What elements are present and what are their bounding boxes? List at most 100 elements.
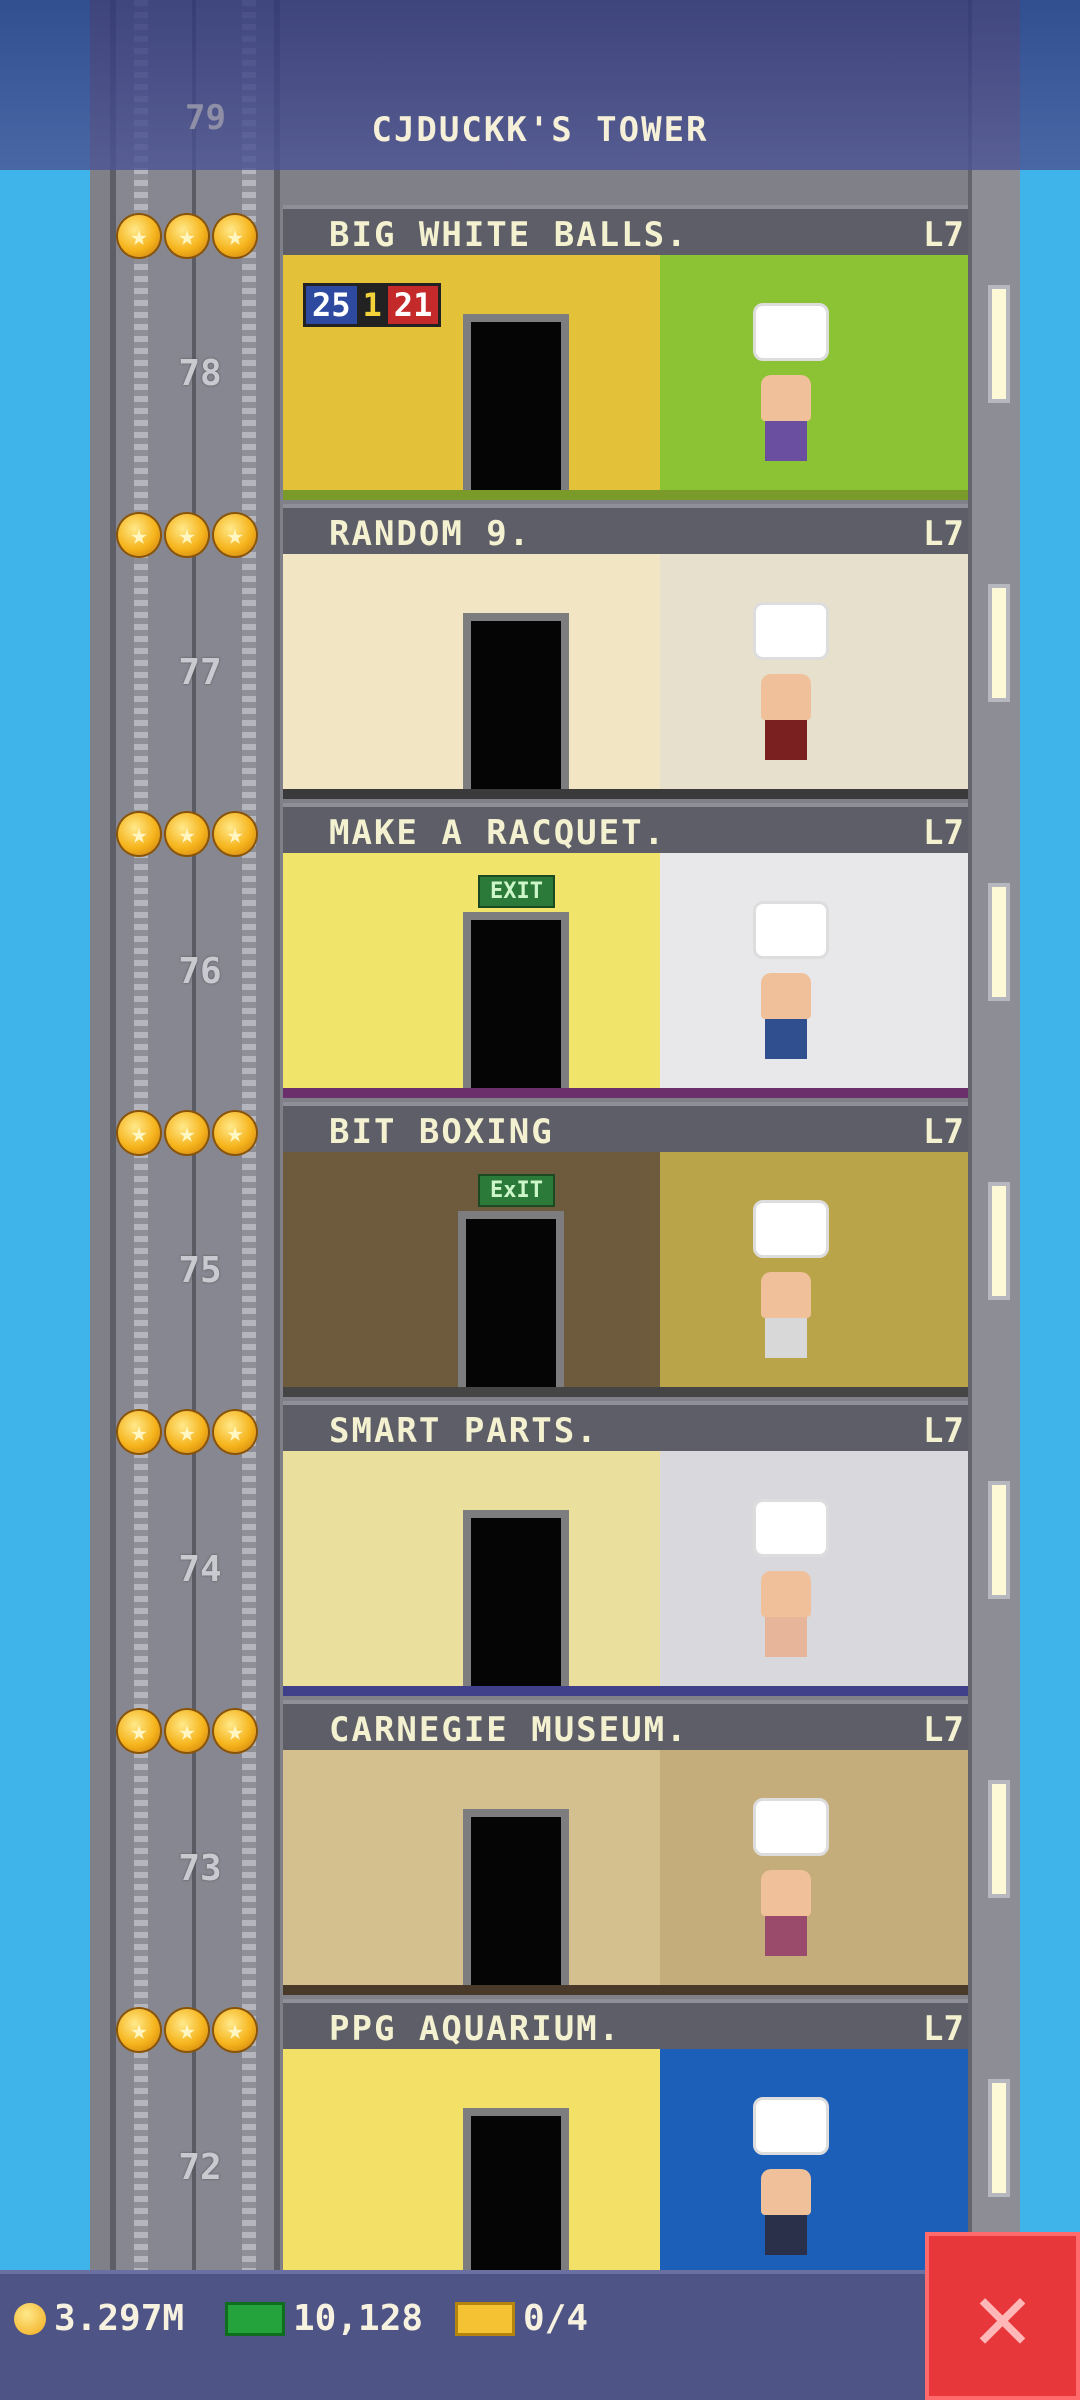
floor-room[interactable]: EXIT xyxy=(283,853,968,1098)
resource-bar: 3.297M 10,128 0/4 xyxy=(0,2270,925,2400)
elevator-door xyxy=(463,613,569,791)
bitizen-body xyxy=(765,1019,807,1059)
bitizen-avatar[interactable] xyxy=(761,2169,811,2255)
bitizen-head xyxy=(761,674,811,720)
floor-level: L7 xyxy=(923,1411,964,1451)
bitizen-body xyxy=(765,1318,807,1358)
stairwell-light xyxy=(988,1481,1010,1599)
floor-baseboard xyxy=(283,1686,968,1696)
speech-bubble[interactable] xyxy=(753,303,829,361)
floor-number: 76 xyxy=(178,951,222,992)
star-icon: ★ xyxy=(214,1710,256,1752)
floor-level: L7 xyxy=(923,1112,964,1152)
floor-number: 78 xyxy=(178,353,222,394)
floor-stars: ★ ★ ★ xyxy=(118,813,256,855)
elevator-door xyxy=(463,2108,569,2286)
star-icon: ★ xyxy=(214,2009,256,2051)
star-icon: ★ xyxy=(166,514,208,556)
bitizen-body xyxy=(765,2215,807,2255)
floor-stars: ★ ★ ★ xyxy=(118,1411,256,1453)
bitizen-head xyxy=(761,375,811,421)
floor-room[interactable] xyxy=(283,2049,968,2294)
exit-sign: EXIT xyxy=(478,875,555,908)
floor-baseboard xyxy=(283,1088,968,1098)
bitizen-avatar[interactable] xyxy=(761,674,811,760)
stairwell-light xyxy=(988,883,1010,1001)
floor-room[interactable]: 25 1 21 xyxy=(283,255,968,500)
floor-stars: ★ ★ ★ xyxy=(118,1112,256,1154)
star-icon: ★ xyxy=(166,813,208,855)
floor-row[interactable]: ★ ★ ★ BIT BOXING L7 75 ExIT xyxy=(0,1102,1080,1401)
floor-label[interactable]: BIG WHITE BALLS. L7 xyxy=(283,205,968,255)
floor-label[interactable]: CARNEGIE MUSEUM. L7 xyxy=(283,1700,968,1750)
star-icon: ★ xyxy=(214,813,256,855)
floor-name: MAKE A RACQUET. xyxy=(329,813,667,853)
close-icon: ✕ xyxy=(973,2260,1032,2372)
floor-label[interactable]: RANDOM 9. L7 xyxy=(283,504,968,554)
bitizen-avatar[interactable] xyxy=(761,1870,811,1956)
elevator-door xyxy=(463,1510,569,1688)
bitizen-avatar[interactable] xyxy=(761,1571,811,1657)
floor-stars: ★ ★ ★ xyxy=(118,2009,256,2051)
floor-room[interactable] xyxy=(283,1750,968,1995)
ticket-icon xyxy=(455,2301,515,2336)
floor-level: L7 xyxy=(923,215,964,255)
close-button[interactable]: ✕ xyxy=(925,2232,1080,2400)
floor-label[interactable]: BIT BOXING L7 xyxy=(283,1102,968,1152)
speech-bubble[interactable] xyxy=(753,1200,829,1258)
bitizen-head xyxy=(761,2169,811,2215)
floor-label[interactable]: MAKE A RACQUET. L7 xyxy=(283,803,968,853)
speech-bubble[interactable] xyxy=(753,1798,829,1856)
bux-stat: 10,128 xyxy=(225,2298,423,2339)
floor-label[interactable]: PPG AQUARIUM. L7 xyxy=(283,1999,968,2049)
speech-bubble[interactable] xyxy=(753,602,829,660)
bitizen-head xyxy=(761,973,811,1019)
floor-row[interactable]: ★ ★ ★ RANDOM 9. L7 77 xyxy=(0,504,1080,803)
floor-name: RANDOM 9. xyxy=(329,514,532,554)
bitizen-head xyxy=(761,1272,811,1318)
bitizen-avatar[interactable] xyxy=(761,1272,811,1358)
floor-room[interactable] xyxy=(283,554,968,799)
floor-row[interactable]: ★ ★ ★ MAKE A RACQUET. L7 76 EXIT xyxy=(0,803,1080,1102)
floor-name: BIT BOXING xyxy=(329,1112,554,1152)
floor-number: 74 xyxy=(178,1549,222,1590)
bitizen-body xyxy=(765,720,807,760)
floor-name: BIG WHITE BALLS. xyxy=(329,215,689,255)
floor-room[interactable]: ExIT xyxy=(283,1152,968,1397)
scoreboard-value: 21 xyxy=(387,286,439,324)
star-icon: ★ xyxy=(214,215,256,257)
star-icon: ★ xyxy=(214,1112,256,1154)
coins-stat: 3.297M xyxy=(14,2298,184,2339)
stairwell-light xyxy=(988,584,1010,702)
bitizen-head xyxy=(761,1571,811,1617)
speech-bubble[interactable] xyxy=(753,2097,829,2155)
speech-bubble[interactable] xyxy=(753,1499,829,1557)
floor-row[interactable]: ★ ★ ★ CARNEGIE MUSEUM. L7 73 xyxy=(0,1700,1080,1999)
floor-baseboard xyxy=(283,490,968,500)
tickets-stat: 0/4 xyxy=(455,2298,588,2339)
tower-header: 79 CJDUCKK'S TOWER xyxy=(0,0,1080,170)
bitizen-head xyxy=(761,1870,811,1916)
star-icon: ★ xyxy=(118,1710,160,1752)
floor-row[interactable]: ★ ★ ★ PPG AQUARIUM. L7 72 xyxy=(0,1999,1080,2298)
star-icon: ★ xyxy=(214,514,256,556)
floor-room[interactable] xyxy=(283,1451,968,1696)
floor-row[interactable]: ★ ★ ★ SMART PARTS. L7 74 xyxy=(0,1401,1080,1700)
bitizen-avatar[interactable] xyxy=(761,973,811,1059)
floor-level: L7 xyxy=(923,514,964,554)
floor-number: 72 xyxy=(178,2147,222,2188)
star-icon: ★ xyxy=(166,215,208,257)
floor-stars: ★ ★ ★ xyxy=(118,215,256,257)
star-icon: ★ xyxy=(118,1411,160,1453)
floor-number: 73 xyxy=(178,1848,222,1889)
bux-icon xyxy=(225,2301,285,2336)
bitizen-avatar[interactable] xyxy=(761,375,811,461)
floor-label[interactable]: SMART PARTS. L7 xyxy=(283,1401,968,1451)
floor-stars: ★ ★ ★ xyxy=(118,514,256,556)
floor-name: PPG AQUARIUM. xyxy=(329,2009,622,2049)
speech-bubble[interactable] xyxy=(753,901,829,959)
bitizen-body xyxy=(765,1916,807,1956)
stairwell-light xyxy=(988,2079,1010,2197)
star-icon: ★ xyxy=(166,1411,208,1453)
floor-row[interactable]: ★ ★ ★ BIG WHITE BALLS. L7 78 25 1 21 xyxy=(0,205,1080,504)
